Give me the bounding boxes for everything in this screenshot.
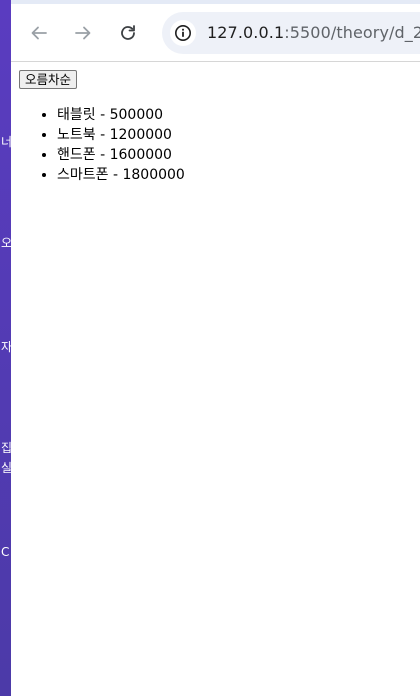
arrow-left-icon — [31, 26, 47, 40]
sort-ascending-button[interactable]: 오름차순 — [19, 70, 78, 89]
url-host: 127.0.0.1 — [207, 23, 285, 42]
back-button[interactable] — [25, 19, 53, 47]
desktop-text-fragment: 너 — [1, 135, 11, 149]
address-bar[interactable]: 127.0.0.1:5500/theory/d_2_ — [162, 12, 420, 54]
desktop-text-fragment: 실 — [1, 461, 11, 475]
url-text: 127.0.0.1:5500/theory/d_2_ — [207, 23, 420, 42]
list-item: 핸드폰 - 1600000 — [57, 145, 185, 165]
browser-window: 127.0.0.1:5500/theory/d_2_ 오름차순 태블릿 - 50… — [11, 0, 420, 696]
desktop-text-fragment: 집 — [1, 441, 11, 455]
page-content: 오름차순 태블릿 - 500000 노트북 - 1200000 핸드폰 - 16… — [11, 62, 420, 696]
reload-icon — [121, 25, 135, 40]
desktop-text-fragment: C — [1, 545, 10, 559]
forward-button[interactable] — [69, 19, 97, 47]
desktop-background-strip: 너 오 자 집 실 C — [0, 0, 11, 696]
reload-button[interactable] — [114, 19, 142, 47]
list-item: 노트북 - 1200000 — [57, 125, 185, 145]
desktop-text-fragment: 자 — [1, 340, 11, 354]
desktop-text-fragment: 오 — [1, 236, 11, 250]
arrow-right-icon — [75, 26, 91, 40]
product-list: 태블릿 - 500000 노트북 - 1200000 핸드폰 - 1600000… — [11, 105, 185, 185]
site-info-button[interactable] — [170, 20, 196, 46]
url-path: :5500/theory/d_2_ — [284, 23, 420, 42]
browser-toolbar: 127.0.0.1:5500/theory/d_2_ — [11, 0, 420, 62]
list-item: 태블릿 - 500000 — [57, 105, 185, 125]
list-item: 스마트폰 - 1800000 — [57, 165, 185, 185]
info-icon — [175, 25, 191, 41]
